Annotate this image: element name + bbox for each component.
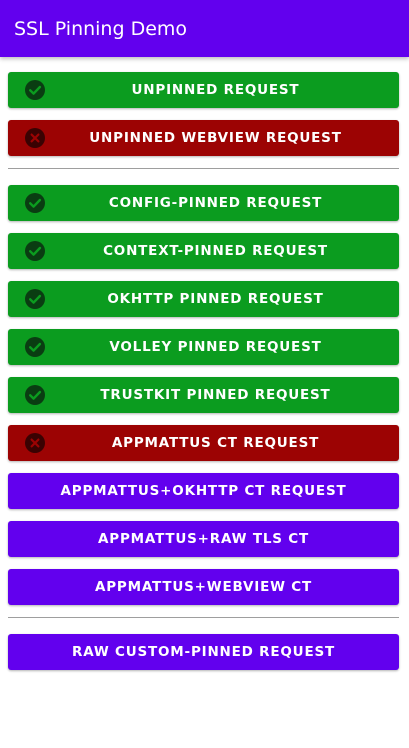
unpinned-request-button[interactable]: UNPINNED REQUEST — [8, 72, 399, 108]
x-circle-icon — [25, 128, 45, 148]
app-bar: SSL Pinning Demo — [0, 0, 409, 57]
button-label: APPMATTUS+WEBVIEW CT — [94, 579, 313, 595]
trustkit-pinned-request-button[interactable]: TRUSTKIT PINNED REQUEST — [8, 377, 399, 413]
check-circle-icon — [25, 289, 45, 309]
button-label: APPMATTUS+RAW TLS CT — [98, 531, 309, 547]
button-label: TRUSTKIT PINNED REQUEST — [100, 387, 331, 403]
button-label: APPMATTUS CT REQUEST — [111, 435, 320, 451]
raw-custom-pinned-request-button[interactable]: RAW CUSTOM-PINNED REQUEST — [8, 634, 399, 670]
button-label: UNPINNED REQUEST — [131, 82, 300, 98]
app-title: SSL Pinning Demo — [14, 18, 188, 40]
check-circle-icon — [25, 241, 45, 261]
button-label: UNPINNED WEBVIEW REQUEST — [89, 130, 342, 146]
context-pinned-request-button[interactable]: CONTEXT-PINNED REQUEST — [8, 233, 399, 269]
appmattus-raw-tls-ct-button[interactable]: APPMATTUS+RAW TLS CT — [8, 521, 399, 557]
config-pinned-request-button[interactable]: CONFIG-PINNED REQUEST — [8, 185, 399, 221]
divider — [8, 617, 399, 618]
appmattus-ct-request-button[interactable]: APPMATTUS CT REQUEST — [8, 425, 399, 461]
x-circle-icon — [25, 433, 45, 453]
button-label: CONTEXT-PINNED REQUEST — [103, 243, 328, 259]
appmattus-webview-ct-button[interactable]: APPMATTUS+WEBVIEW CT — [8, 569, 399, 605]
volley-pinned-request-button[interactable]: VOLLEY PINNED REQUEST — [8, 329, 399, 365]
okhttp-pinned-request-button[interactable]: OKHTTP PINNED REQUEST — [8, 281, 399, 317]
check-circle-icon — [25, 337, 45, 357]
button-label: OKHTTP PINNED REQUEST — [107, 291, 324, 307]
button-label: CONFIG-PINNED REQUEST — [108, 195, 323, 211]
check-circle-icon — [25, 80, 45, 100]
button-label: VOLLEY PINNED REQUEST — [109, 339, 322, 355]
check-circle-icon — [25, 385, 45, 405]
button-label: RAW CUSTOM-PINNED REQUEST — [72, 644, 335, 660]
appmattus-okhttp-ct-request-button[interactable]: APPMATTUS+OKHTTP CT REQUEST — [8, 473, 399, 509]
button-label: APPMATTUS+OKHTTP CT REQUEST — [60, 483, 347, 499]
unpinned-webview-request-button[interactable]: UNPINNED WEBVIEW REQUEST — [8, 120, 399, 156]
button-list: UNPINNED REQUEST UNPINNED WEBVIEW REQUES… — [8, 72, 399, 682]
check-circle-icon — [25, 193, 45, 213]
divider — [8, 168, 399, 169]
